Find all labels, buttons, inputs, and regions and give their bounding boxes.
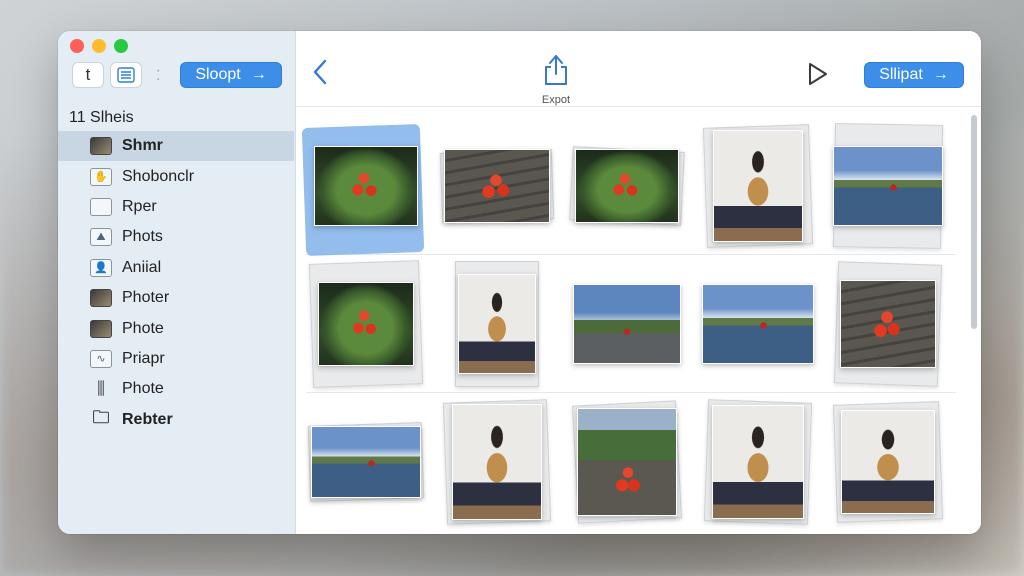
waveform-icon: ∿ <box>90 349 112 368</box>
photo-thumbnail[interactable] <box>567 398 687 526</box>
photo-thumbnail[interactable] <box>567 260 687 388</box>
vertical-scrollbar[interactable] <box>971 115 977 329</box>
person-photo <box>451 404 542 520</box>
text-tool-label: t <box>85 65 91 84</box>
window-controls <box>70 39 128 53</box>
sidebar-export-button[interactable]: Sloopt → <box>180 62 282 88</box>
main-content: Expot Sllipat → <box>296 31 981 534</box>
sidebar-item-photer[interactable]: Photer <box>58 283 294 313</box>
cherry-wood-photo <box>840 279 936 368</box>
text-tool-button[interactable]: t <box>72 62 104 88</box>
sidebar: t ⁚ Sloopt → 11 Slheis Shmr ✋ Shobonclr … <box>58 31 296 534</box>
minimize-window-button[interactable] <box>92 39 106 53</box>
photo-thumbnail[interactable] <box>828 122 948 250</box>
toolbar-export-button[interactable]: Sllipat → <box>864 62 964 88</box>
square-icon <box>90 197 112 216</box>
lake-photo <box>701 283 814 364</box>
person-icon: 👤 <box>90 258 112 277</box>
photo-icon <box>90 289 112 308</box>
sidebar-item-label: Phote <box>122 380 164 398</box>
photo-grid <box>301 117 956 531</box>
zoom-window-button[interactable] <box>114 39 128 53</box>
cherry-wood-photo <box>443 148 550 223</box>
sidebar-item-shobonclr[interactable]: ✋ Shobonclr <box>58 161 294 191</box>
lake-photo <box>311 426 421 498</box>
close-window-button[interactable] <box>70 39 84 53</box>
cherry-leaf-photo <box>314 145 418 226</box>
sidebar-item-label: Shmr <box>122 137 163 155</box>
app-window: t ⁚ Sloopt → 11 Slheis Shmr ✋ Shobonclr … <box>58 31 981 534</box>
photo-row <box>306 393 956 531</box>
photo-thumbnail[interactable] <box>301 122 426 256</box>
road-photo <box>573 283 681 364</box>
cherry-valley-photo <box>577 408 677 516</box>
share-button[interactable]: Expot <box>536 53 576 106</box>
play-icon <box>809 63 827 85</box>
person-photo <box>711 405 804 519</box>
photo-thumbnail[interactable] <box>698 122 818 250</box>
photo-thumbnail[interactable] <box>437 122 557 250</box>
photo-thumbnail[interactable] <box>437 260 557 388</box>
play-button[interactable] <box>806 61 830 92</box>
sliders-icon: ⫼ <box>97 379 105 399</box>
arrow-right-icon: → <box>250 66 267 83</box>
sidebar-item-label: Photer <box>122 289 170 307</box>
photo-row <box>301 117 956 256</box>
sidebar-item-label: Shobonclr <box>122 167 195 185</box>
photo-thumbnail[interactable] <box>828 398 948 526</box>
toolbar-separator: ⁚ <box>156 66 161 83</box>
sidebar-item-label: Aniial <box>122 258 162 276</box>
sidebar-toolbar: t ⁚ <box>72 62 168 88</box>
share-label: Expot <box>541 94 571 106</box>
toolbar-export-label: Sllipat <box>879 66 923 83</box>
cherry-leaf-photo <box>318 281 414 366</box>
chevron-left-icon <box>313 59 327 85</box>
main-toolbar: Expot Sllipat → <box>296 31 981 107</box>
sidebar-item-phots[interactable]: ⛰ Phots <box>58 222 294 252</box>
list-icon <box>117 67 135 83</box>
photo-thumbnail[interactable] <box>828 260 948 388</box>
sidebar-item-label: Phote <box>122 319 164 337</box>
lake-photo <box>833 145 943 226</box>
arrow-right-icon: → <box>932 66 949 83</box>
sidebar-item-phote-2[interactable]: ⫼ Phote <box>58 374 294 404</box>
sidebar-item-rper[interactable]: Rper <box>58 192 294 222</box>
photo-thumbnail[interactable] <box>698 398 818 526</box>
sidebar-export-label: Sloopt <box>195 66 241 83</box>
sidebar-item-aniial[interactable]: 👤 Aniial <box>58 253 294 283</box>
person-photo <box>457 273 536 374</box>
photo-thumbnail[interactable] <box>306 398 426 526</box>
list-view-button[interactable] <box>110 62 142 88</box>
photo-icon <box>90 319 112 338</box>
photo-thumbnail[interactable] <box>306 259 426 388</box>
sidebar-heading: 11 Slheis <box>69 109 134 126</box>
sidebar-item-rebter[interactable]: 🗀 Rebter <box>58 405 294 435</box>
photo-icon <box>90 137 112 156</box>
sidebar-list: Shmr ✋ Shobonclr Rper ⛰ Phots 👤 Aniial P… <box>58 131 294 435</box>
sidebar-item-label: Priapr <box>122 349 165 367</box>
sidebar-item-label: Phots <box>122 228 163 246</box>
share-icon <box>545 55 567 85</box>
sidebar-item-label: Rebter <box>122 410 173 428</box>
photo-thumbnail[interactable] <box>437 398 557 526</box>
cherry-leaf-photo <box>575 148 679 223</box>
person-photo <box>712 129 803 242</box>
folder-icon: 🗀 <box>92 408 110 428</box>
photo-thumbnail[interactable] <box>698 260 818 388</box>
sidebar-item-priapr[interactable]: ∿ Priapr <box>58 344 294 374</box>
sidebar-item-shmr[interactable]: Shmr <box>58 131 294 162</box>
image-icon: ⛰ <box>90 228 112 247</box>
sidebar-item-label: Rper <box>122 197 157 215</box>
photo-thumbnail[interactable] <box>567 122 687 250</box>
back-button[interactable] <box>312 59 328 90</box>
person-photo <box>841 410 935 514</box>
sidebar-item-phote[interactable]: Phote <box>58 313 294 343</box>
hand-icon: ✋ <box>90 167 112 186</box>
photo-row <box>306 255 956 393</box>
